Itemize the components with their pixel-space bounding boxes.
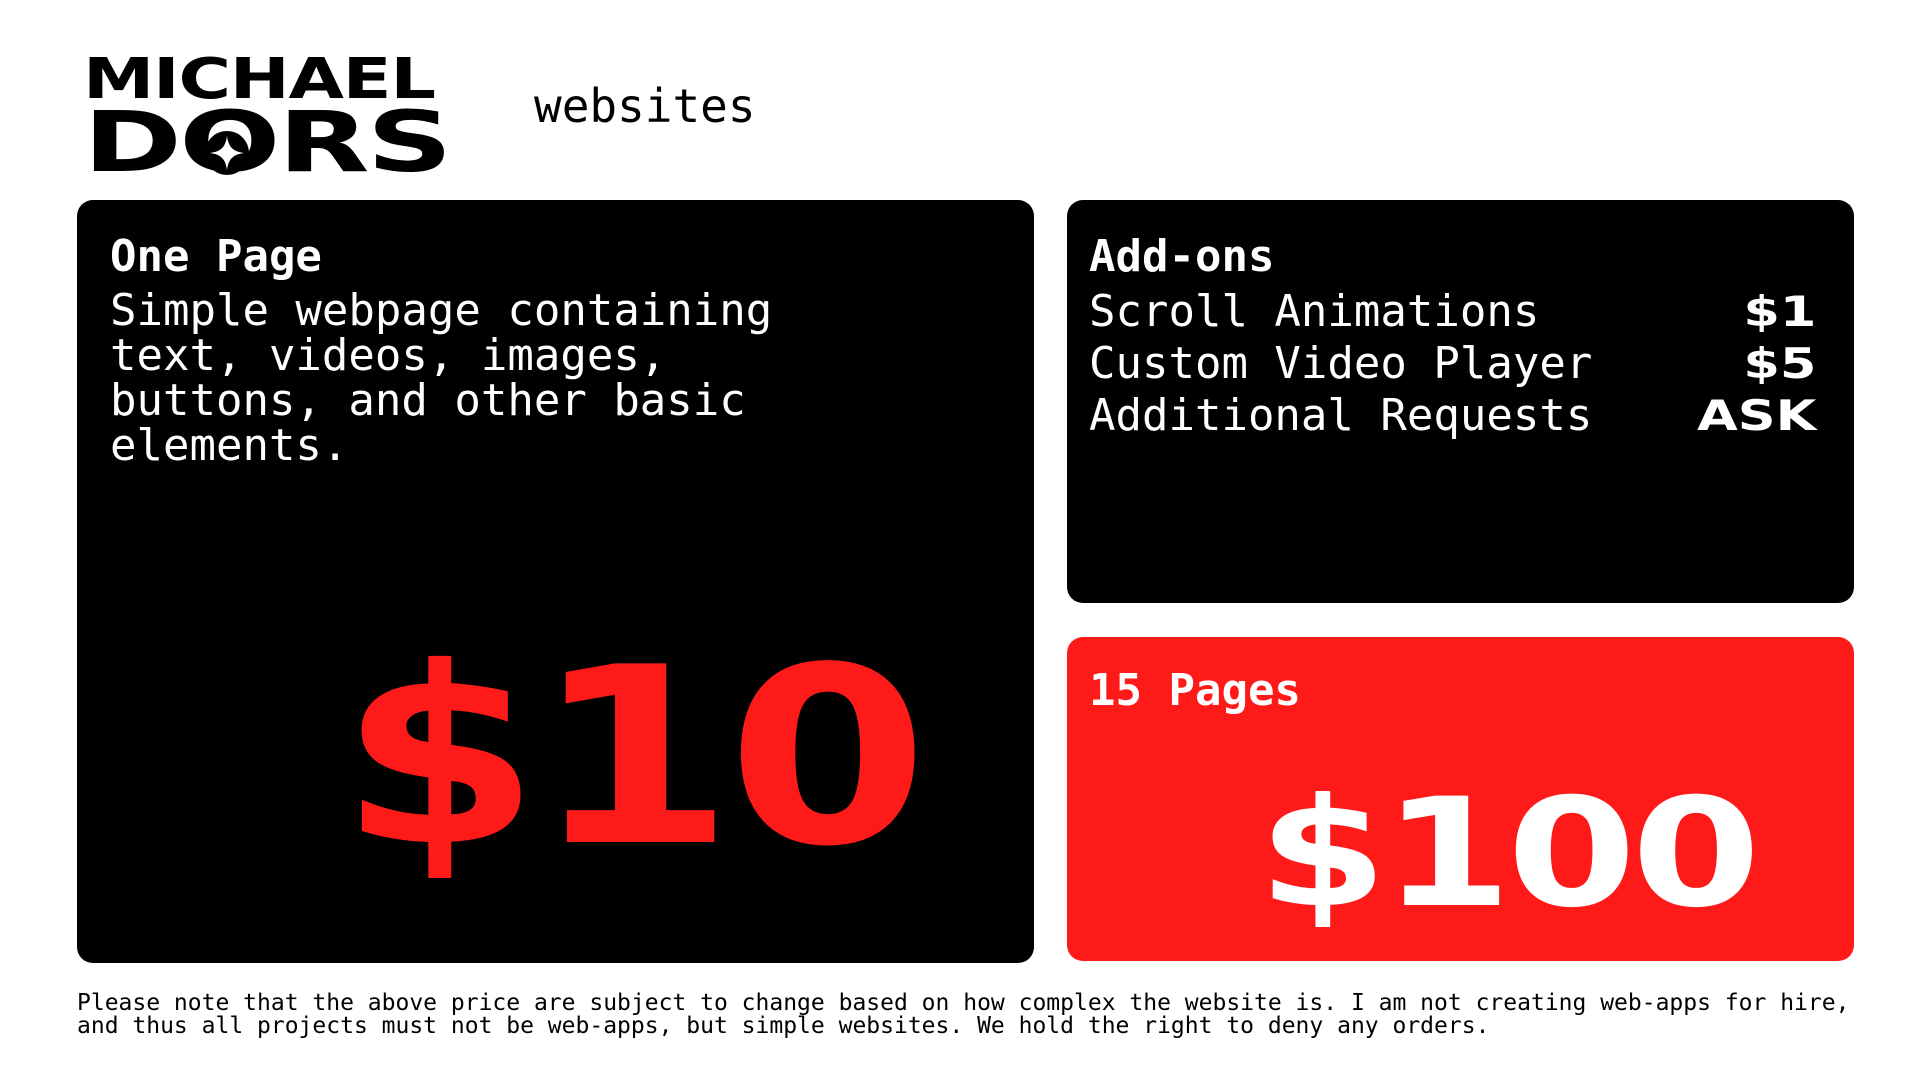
price-sheet: MICHAEL DORS websites One Page Simple we… [0,0,1920,1080]
one-page-description: Simple webpage containing text, videos, … [110,285,773,471]
brand-logo: MICHAEL DORS [83,52,493,185]
fifteen-pages-card: 15 Pages $100 [1067,637,1854,961]
addon-price: $5 [1742,339,1816,388]
four-point-star-icon [205,131,249,175]
addon-label: Scroll Animations [1089,286,1540,337]
addons-title: Add-ons [1089,231,1275,282]
logo-name-last: DORS [83,93,453,191]
one-page-title: One Page [110,231,322,282]
one-page-price: $10 [339,615,928,900]
addon-label: Additional Requests [1089,390,1593,441]
fifteen-pages-title: 15 Pages [1089,665,1301,716]
addon-row-additional-requests: Additional Requests ASK [1089,390,1816,442]
addon-price: ASK [1696,391,1816,440]
footer-disclaimer: Please note that the above price are sub… [77,990,1850,1039]
addon-price: $1 [1742,287,1816,336]
addon-label: Custom Video Player [1089,338,1593,389]
brand-subtitle: websites [534,79,756,133]
addon-row-custom-video-player: Custom Video Player $5 [1089,338,1816,390]
addon-row-scroll-animations: Scroll Animations $1 [1089,286,1816,338]
addons-card: Add-ons Scroll Animations $1 Custom Vide… [1067,200,1854,603]
fifteen-pages-price: $100 [1258,767,1761,941]
addons-list: Scroll Animations $1 Custom Video Player… [1089,286,1816,442]
one-page-card: One Page Simple webpage containing text,… [77,200,1034,963]
